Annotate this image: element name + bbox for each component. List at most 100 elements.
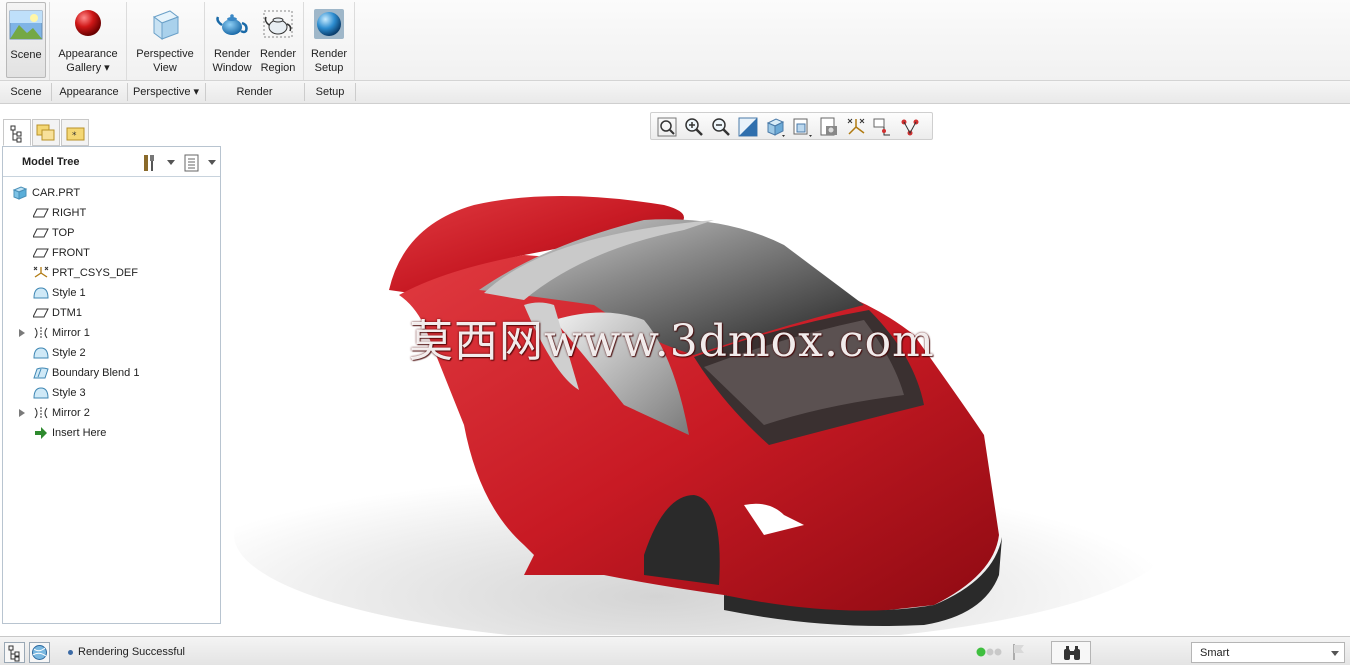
datum-display-icon[interactable] [845, 116, 867, 138]
boundary-blend-icon [33, 367, 49, 379]
group-scene: Scene [10, 86, 42, 98]
tree-item-prt-csys-def[interactable]: PRT_CSYS_DEF [3, 263, 220, 283]
model-tree-icon [10, 125, 22, 143]
tree-item-car-prt[interactable]: CAR.PRT [3, 183, 220, 203]
render-window-button[interactable]: Render Window [209, 2, 255, 78]
model-tree-title: Model Tree [22, 156, 80, 168]
saved-views-icon[interactable] [791, 116, 813, 138]
perspective-label: Perspective [136, 48, 194, 60]
group-perspective[interactable]: Perspective ▾ [128, 81, 204, 103]
tree-item-mirror-1[interactable]: Mirror 1 [3, 323, 220, 343]
watermark-text: 莫西网www.3dmox.com [409, 316, 935, 367]
tree-settings-dropdown-icon[interactable] [167, 160, 175, 165]
gallery-label: Gallery ▾ [66, 62, 110, 74]
tree-item-style-2[interactable]: Style 2 [3, 343, 220, 363]
favorites-folder-icon: * [66, 127, 85, 141]
window-label: Window [212, 62, 252, 74]
appearance-sphere-icon [75, 10, 101, 36]
ribbon: Scene Appearance Gallery ▾ Perspective Vie… [0, 0, 1350, 81]
render-region-button[interactable]: Render Region [255, 2, 301, 78]
navigator-icon [8, 645, 20, 662]
expand-arrow-icon[interactable] [19, 329, 25, 337]
teapot-region-icon [263, 10, 293, 38]
mirror-icon [34, 407, 48, 419]
tree-item-boundary-blend-1[interactable]: Boundary Blend 1 [3, 363, 220, 383]
mirror-icon [34, 327, 48, 339]
render-setup-sphere-icon [314, 9, 344, 39]
show-columns-icon[interactable] [183, 153, 201, 173]
scene-label: Scene [10, 49, 42, 61]
appearance-label: Appearance [58, 48, 118, 60]
model-tree-panel: Model Tree CAR.PRT RIGHT TOP FRONT PRT_C… [2, 146, 221, 624]
tree-item-front[interactable]: FRONT [3, 243, 220, 263]
toggle-browser-button[interactable] [29, 642, 50, 663]
tree-item-mirror-2[interactable]: Mirror 2 [3, 403, 220, 423]
toggle-navigator-button[interactable] [4, 642, 25, 663]
group-render: Render [236, 86, 273, 98]
tree-item-style-3[interactable]: Style 3 [3, 383, 220, 403]
find-button[interactable] [1051, 641, 1091, 664]
region-label: Region [260, 62, 296, 74]
ribbon-group-bar: Scene Appearance Perspective ▾ Render Se… [0, 81, 1350, 104]
scene-button[interactable]: Scene [6, 2, 46, 78]
render-setup-button[interactable]: Render Setup [307, 2, 351, 78]
datum-plane-icon [33, 308, 49, 318]
tree-item-right[interactable]: RIGHT [3, 203, 220, 223]
datum-plane-icon [33, 248, 49, 258]
style-icon [33, 347, 49, 359]
zoom-out-icon[interactable] [710, 116, 732, 138]
teapot-icon [216, 14, 248, 35]
group-setup: Setup [315, 86, 345, 98]
tree-item-insert-here[interactable]: Insert Here [3, 423, 220, 443]
flag-icon[interactable] [1012, 643, 1026, 661]
selection-filter-dropdown[interactable]: Smart [1191, 642, 1345, 663]
insert-arrow-icon [35, 427, 47, 439]
tree-item-top[interactable]: TOP [3, 223, 220, 243]
display-style-icon[interactable] [764, 116, 786, 138]
repaint-icon[interactable] [737, 116, 759, 138]
expand-arrow-icon[interactable] [19, 409, 25, 417]
render-label: Render [213, 48, 251, 60]
folder-browser-icon [36, 124, 55, 141]
style-icon [33, 287, 49, 299]
status-bullet [68, 650, 73, 655]
setup-label: Setup [314, 62, 344, 74]
zoom-in-icon[interactable] [683, 116, 705, 138]
annotation-icon[interactable] [899, 116, 921, 138]
scene-icon [9, 10, 43, 40]
view-label: View [153, 62, 177, 74]
view-manager-icon[interactable] [818, 116, 840, 138]
binoculars-icon [1064, 646, 1080, 660]
datum-plane-icon [33, 228, 49, 238]
datum-plane-icon [33, 208, 49, 218]
csys-icon [33, 266, 49, 278]
group-appearance: Appearance [59, 86, 119, 98]
status-bar: Rendering Successful Smart [0, 636, 1350, 665]
svg-text:*: * [72, 131, 77, 141]
tree-item-style-1[interactable]: Style 1 [3, 283, 220, 303]
graphics-viewport[interactable]: 莫西网www.3dmox.com [224, 105, 1350, 635]
browser-globe-icon [32, 645, 47, 660]
style-icon [33, 387, 49, 399]
model-tree-header: Model Tree [3, 147, 220, 177]
chevron-down-icon [1331, 651, 1339, 656]
render-scene [234, 196, 1174, 635]
tab-model-tree[interactable] [3, 119, 31, 146]
refit-icon[interactable] [656, 116, 678, 138]
status-message: Rendering Successful [78, 646, 186, 658]
show-dropdown-icon[interactable] [208, 160, 216, 165]
tree-settings-icon[interactable] [140, 153, 160, 173]
perspective-cube-icon [152, 10, 180, 40]
render-label: Render [259, 48, 297, 60]
perspective-view-button[interactable]: Perspective View [131, 2, 199, 78]
selection-filter-value: Smart [1200, 647, 1230, 659]
render-label: Render [310, 48, 348, 60]
regeneration-status-icon [976, 647, 1002, 657]
appearance-gallery-button[interactable]: Appearance Gallery ▾ [53, 2, 123, 78]
graphics-toolbar [650, 112, 933, 140]
spin-center-icon[interactable] [872, 116, 894, 138]
tree-item-dtm1[interactable]: DTM1 [3, 303, 220, 323]
tab-folder-browser[interactable] [32, 119, 60, 146]
tab-favorites[interactable]: * [61, 119, 89, 146]
navigator-tabs: * [0, 117, 222, 147]
